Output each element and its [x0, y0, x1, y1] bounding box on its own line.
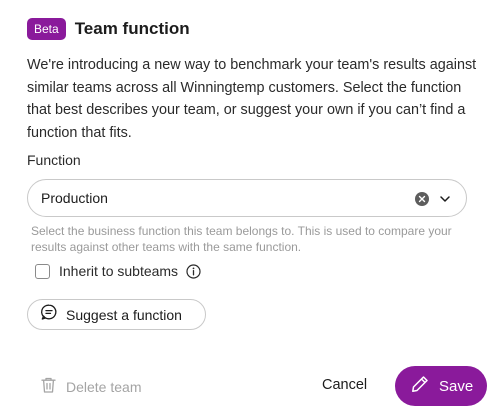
dialog-header: Beta Team function: [27, 18, 190, 40]
function-select-value: Production: [41, 190, 108, 206]
info-icon[interactable]: [186, 263, 201, 279]
delete-team-label: Delete team: [66, 378, 142, 395]
chat-bubble-icon: [40, 303, 58, 326]
trash-icon: [40, 376, 57, 397]
beta-badge: Beta: [27, 18, 66, 40]
function-select[interactable]: Production: [27, 179, 467, 217]
dialog-description: We're introducing a new way to benchmark…: [27, 57, 477, 141]
function-help-text: Select the business function this team b…: [31, 224, 452, 254]
function-label: Function: [27, 152, 81, 168]
inherit-row: Inherit to subteams: [35, 263, 201, 279]
clear-icon[interactable]: [415, 192, 429, 206]
save-button[interactable]: Save: [395, 366, 487, 406]
save-label: Save: [439, 377, 474, 395]
chevron-down-icon[interactable]: [438, 192, 452, 206]
suggest-function-button[interactable]: Suggest a function: [27, 299, 206, 330]
dialog-title: Team function: [74, 19, 190, 38]
pencil-icon: [410, 374, 430, 398]
cancel-button[interactable]: Cancel: [322, 377, 367, 393]
suggest-function-label: Suggest a function: [66, 306, 182, 323]
delete-team-button[interactable]: Delete team: [40, 376, 141, 397]
inherit-label[interactable]: Inherit to subteams: [59, 263, 178, 279]
inherit-checkbox[interactable]: [35, 263, 50, 279]
